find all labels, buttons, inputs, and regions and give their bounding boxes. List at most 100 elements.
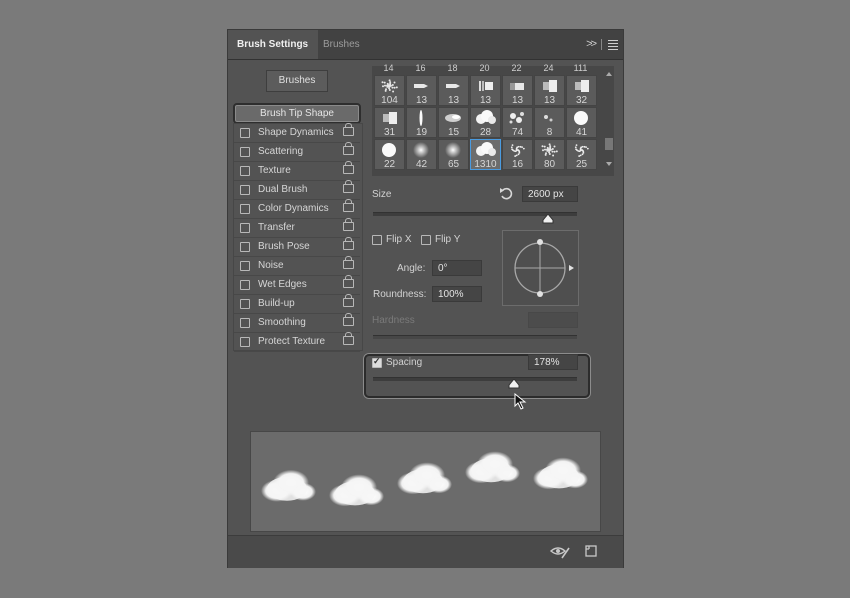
mouse-cursor-icon (514, 393, 527, 410)
option-checkbox[interactable] (240, 185, 250, 195)
brush-option-row[interactable]: Brush Pose (234, 237, 360, 257)
size-field[interactable]: 2600 px (522, 186, 578, 202)
roundness-label: Roundness: (373, 289, 427, 300)
brush-texture-icon (541, 143, 558, 157)
brush-tip-thumbnail[interactable]: 31 (374, 107, 405, 138)
lock-icon[interactable] (343, 237, 354, 250)
brush-tip-thumbnail[interactable]: 65 (438, 139, 469, 170)
brush-tip-thumbnail[interactable]: 13 (438, 75, 469, 106)
brush-tip-thumbnail[interactable]: 16 (502, 139, 533, 170)
lock-icon[interactable] (343, 180, 354, 193)
brush-option-row[interactable]: Protect Texture (234, 332, 360, 352)
option-checkbox[interactable] (240, 318, 250, 328)
brush-round-soft-icon (413, 142, 429, 158)
brush-option-row[interactable]: Transfer (234, 218, 360, 238)
brush-tip-thumbnail[interactable]: 13 (502, 75, 533, 106)
option-checkbox[interactable] (240, 223, 250, 233)
brushes-button[interactable]: Brushes (266, 70, 328, 92)
brush-tip-thumbnail[interactable]: 104 (374, 75, 405, 106)
preview-cloud-mark (465, 451, 520, 484)
brush-stroke-preview (250, 431, 601, 532)
brush-option-row[interactable]: Shape Dynamics (234, 123, 360, 143)
hamburger-icon[interactable] (608, 40, 618, 52)
option-checkbox[interactable] (240, 128, 250, 138)
brush-tip-thumbnail[interactable]: 13 (534, 75, 565, 106)
flip-y-checkbox[interactable] (421, 235, 431, 245)
brush-size-label: 28 (479, 127, 492, 138)
brush-option-row[interactable]: Noise (234, 256, 360, 276)
brush-tip-shape-button[interactable]: Brush Tip Shape (233, 103, 361, 124)
brush-tip-thumbnail[interactable]: 41 (566, 107, 597, 138)
brush-angle-dial[interactable] (503, 231, 578, 305)
roundness-field[interactable]: 100% (432, 286, 482, 302)
preview-cloud-mark (329, 474, 384, 507)
brush-tip-thumbnail[interactable]: 19 (406, 107, 437, 138)
option-checkbox[interactable] (240, 337, 250, 347)
brush-tip-thumbnail[interactable]: 32 (566, 75, 597, 106)
angle-field[interactable]: 0° (432, 260, 482, 276)
brush-tip-thumbnail[interactable]: 74 (502, 107, 533, 138)
scroll-up-icon[interactable] (606, 72, 612, 76)
brush-tip-thumbnail[interactable]: 42 (406, 139, 437, 170)
brush-size-label: 16 (511, 159, 524, 170)
brush-tip-thumbnail[interactable]: 8 (534, 107, 565, 138)
option-label: Wet Edges (258, 279, 307, 290)
tab-brush-settings[interactable]: Brush Settings (228, 30, 318, 59)
brush-option-row[interactable]: Dual Brush (234, 180, 360, 200)
preview-cloud-mark (261, 469, 316, 502)
brush-tip-thumbnail[interactable]: 25 (566, 139, 597, 170)
size-slider-thumb[interactable] (542, 214, 554, 224)
option-checkbox[interactable] (240, 280, 250, 290)
brush-size-label: 13 (415, 95, 428, 106)
eye-brush-icon[interactable] (550, 545, 570, 559)
lock-icon[interactable] (343, 218, 354, 231)
brush-splatter-icon (509, 112, 524, 124)
brush-tip-thumbnail[interactable]: 13 (406, 75, 437, 106)
spacing-checkbox[interactable] (372, 356, 382, 368)
brush-tip-thumbnail[interactable]: 15 (438, 107, 469, 138)
option-checkbox[interactable] (240, 299, 250, 309)
grid-scrollbar[interactable] (604, 70, 614, 174)
brush-spray-icon (510, 144, 525, 157)
brush-option-row[interactable]: Wet Edges (234, 275, 360, 295)
lock-icon[interactable] (343, 199, 354, 212)
lock-icon[interactable] (343, 142, 354, 155)
spacing-slider-track[interactable] (373, 377, 577, 381)
lock-icon[interactable] (343, 275, 354, 288)
lock-icon[interactable] (343, 332, 354, 345)
lock-icon[interactable] (343, 161, 354, 174)
new-preset-icon[interactable] (584, 544, 598, 558)
option-checkbox[interactable] (240, 261, 250, 271)
option-checkbox[interactable] (240, 204, 250, 214)
lock-icon[interactable] (343, 256, 354, 269)
brush-tip-thumbnail[interactable]: 22 (374, 139, 405, 170)
spacing-slider-thumb[interactable] (508, 379, 520, 389)
flip-x-checkbox[interactable] (372, 235, 382, 245)
brush-option-row[interactable]: Scattering (234, 142, 360, 162)
double-chevron-icon[interactable]: >> (586, 38, 597, 50)
partial-size-label: 18 (447, 63, 458, 73)
option-checkbox[interactable] (240, 242, 250, 252)
option-checkbox[interactable] (240, 147, 250, 157)
preview-cloud-mark (397, 462, 452, 495)
spacing-field[interactable]: 178% (528, 354, 578, 370)
scroll-down-icon[interactable] (606, 162, 612, 166)
lock-icon[interactable] (343, 123, 354, 136)
brush-option-row[interactable]: Build-up (234, 294, 360, 314)
tab-brushes[interactable]: Brushes (314, 30, 369, 59)
brush-tip-thumbnail[interactable]: 13 (470, 75, 501, 106)
brush-tip-thumbnail[interactable]: 28 (470, 107, 501, 138)
scroll-thumb[interactable] (605, 138, 613, 150)
reset-icon[interactable] (499, 187, 513, 200)
lock-icon[interactable] (343, 313, 354, 326)
lock-icon[interactable] (343, 294, 354, 307)
brush-option-row[interactable]: Texture (234, 161, 360, 181)
angle-roundness-widget[interactable] (502, 230, 579, 306)
brush-option-row[interactable]: Smoothing (234, 313, 360, 333)
brush-tip-thumbnail[interactable]: 1310 (470, 139, 501, 170)
brush-size-label: 31 (383, 127, 396, 138)
option-checkbox[interactable] (240, 166, 250, 176)
brush-option-row[interactable]: Color Dynamics (234, 199, 360, 219)
brush-tip-thumbnail[interactable]: 80 (534, 139, 565, 170)
brush-line-icon (419, 110, 423, 126)
